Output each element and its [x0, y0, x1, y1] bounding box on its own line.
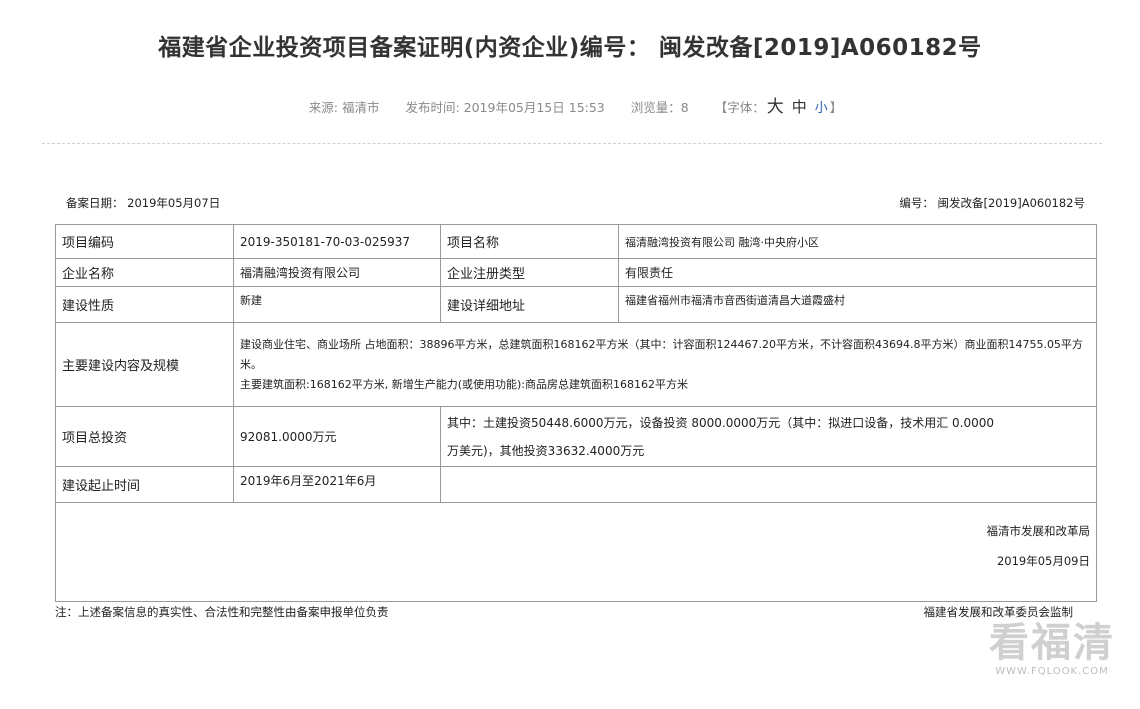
address-label: 建设详细地址 — [440, 286, 619, 323]
table-row: 建设起止时间 2019年6月至2021年6月 — [55, 466, 1097, 503]
period-empty — [440, 466, 1097, 503]
watermark-brand: 看福清 — [989, 620, 1115, 666]
disclaimer-note: 注：上述备案信息的真实性、合法性和完整性由备案申报单位负责 — [55, 605, 389, 619]
investment-value: 92081.0000万元 — [233, 406, 441, 467]
publish-time: 发布时间: 2019年05月15日 15:53 — [405, 100, 605, 115]
record-number: 编号： 闽发改备[2019]A060182号 — [899, 196, 1085, 210]
project-code-label: 项目编码 — [55, 224, 234, 259]
font-size-large-button[interactable]: 大 — [767, 97, 784, 117]
scope-line: 主要建筑面积:168162平方米, 新增生产能力(或使用功能):商品房总建筑面积… — [240, 377, 688, 391]
company-label: 企业名称 — [55, 258, 234, 287]
project-name-label: 项目名称 — [440, 224, 619, 259]
watermark-url: WWW.FQLOOK.COM — [995, 666, 1109, 677]
table-row: 企业名称 福清融湾投资有限公司 企业注册类型 有限责任 — [55, 258, 1097, 287]
investment-label: 项目总投资 — [55, 406, 234, 467]
period-value: 2019年6月至2021年6月 — [233, 466, 441, 503]
font-size-prefix: 【字体： — [714, 100, 765, 115]
nature-value: 新建 — [233, 286, 441, 323]
font-size-switcher: 【字体：大 中 小】 — [714, 97, 843, 117]
font-size-medium-button[interactable]: 中 — [792, 98, 807, 116]
table-row: 建设性质 新建 建设详细地址 福建省福州市福清市音西街道清昌大道霞盛村 — [55, 286, 1097, 323]
font-size-suffix: 】 — [829, 100, 843, 115]
company-value: 福清融湾投资有限公司 — [233, 258, 441, 287]
reg-type-label: 企业注册类型 — [440, 258, 619, 287]
watermark: 看福清 WWW.FQLOOK.COM — [989, 620, 1115, 677]
sign-office: 福清市发展和改革局 — [986, 524, 1091, 538]
nature-label: 建设性质 — [55, 286, 234, 323]
investment-detail-line: 其中：土建投资50448.6000万元，设备投资 8000.0000万元（其中：… — [447, 415, 995, 430]
scope-value: 建设商业住宅、商业场所 占地面积：38896平方米，总建筑面积168162平方米… — [233, 322, 1097, 407]
article-meta: 来源: 福清市 发布时间: 2019年05月15日 15:53 浏览量：8 【字… — [0, 92, 1140, 117]
project-code-value: 2019-350181-70-03-025937 — [233, 224, 441, 259]
table-row: 项目总投资 92081.0000万元 其中：土建投资50448.6000万元，设… — [55, 406, 1097, 467]
page-title: 福建省企业投资项目备案证明(内资企业)编号： 闽发改备[2019]A060182… — [158, 35, 982, 61]
reg-type-value: 有限责任 — [618, 258, 1097, 287]
sign-date: 2019年05月09日 — [996, 554, 1090, 568]
scope-label: 主要建设内容及规模 — [55, 322, 234, 407]
source-text: 来源: 福清市 — [308, 100, 380, 115]
scope-line: 米。 — [240, 357, 262, 371]
record-date: 备案日期： 2019年05月07日 — [66, 196, 221, 210]
dashed-divider — [42, 143, 1102, 144]
record-table: 项目编码 2019-350181-70-03-025937 项目名称 福清融湾投… — [55, 224, 1097, 602]
supervisor-text: 福建省发展和改革委员会监制 — [923, 605, 1074, 619]
font-size-small-button[interactable]: 小 — [815, 101, 828, 116]
signature-cell: 福清市发展和改革局 2019年05月09日 — [55, 502, 1097, 602]
scope-line: 建设商业住宅、商业场所 占地面积：38896平方米，总建筑面积168162平方米… — [240, 337, 1083, 351]
view-count: 浏览量：8 — [630, 100, 689, 115]
investment-detail: 其中：土建投资50448.6000万元，设备投资 8000.0000万元（其中：… — [440, 406, 1097, 467]
period-label: 建设起止时间 — [55, 466, 234, 503]
address-value: 福建省福州市福清市音西街道清昌大道霞盛村 — [618, 286, 1097, 323]
table-row: 主要建设内容及规模 建设商业住宅、商业场所 占地面积：38896平方米，总建筑面… — [55, 322, 1097, 407]
project-name-value: 福清融湾投资有限公司 融湾·中央府小区 — [618, 224, 1097, 259]
investment-detail-line: 万美元)，其他投资33632.4000万元 — [447, 443, 645, 458]
table-row: 福清市发展和改革局 2019年05月09日 — [55, 502, 1097, 602]
table-row: 项目编码 2019-350181-70-03-025937 项目名称 福清融湾投… — [55, 224, 1097, 259]
